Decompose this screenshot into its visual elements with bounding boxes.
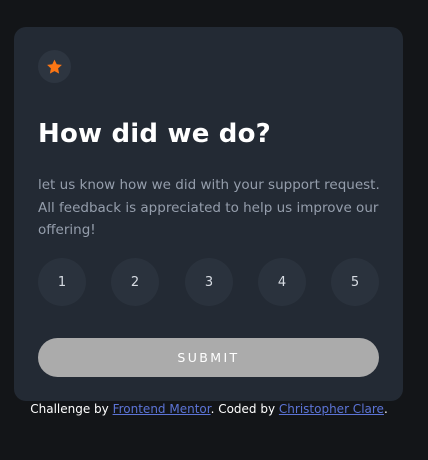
star-icon	[47, 59, 62, 74]
attribution: Challenge by Frontend Mentor. Coded by C…	[0, 400, 418, 418]
rating-group: 1 2 3 4 5	[38, 258, 379, 306]
attribution-suffix: .	[383, 402, 388, 416]
description-text: let us know how we did with your support…	[38, 177, 380, 238]
rating-card: How did we do? let us know how we did wi…	[14, 27, 403, 401]
star-badge	[38, 50, 71, 83]
author-link[interactable]: Christopher Clare	[279, 402, 384, 416]
rating-button-3[interactable]: 3	[185, 258, 233, 306]
submit-button[interactable]: SUBMIT	[38, 338, 379, 377]
attribution-middle: . Coded by	[210, 402, 279, 416]
frontend-mentor-link[interactable]: Frontend Mentor	[113, 402, 211, 416]
page-title: How did we do?	[38, 119, 271, 149]
rating-button-4[interactable]: 4	[258, 258, 306, 306]
rating-button-5[interactable]: 5	[331, 258, 379, 306]
attribution-prefix: Challenge by	[30, 402, 113, 416]
rating-button-2[interactable]: 2	[111, 258, 159, 306]
rating-button-1[interactable]: 1	[38, 258, 86, 306]
